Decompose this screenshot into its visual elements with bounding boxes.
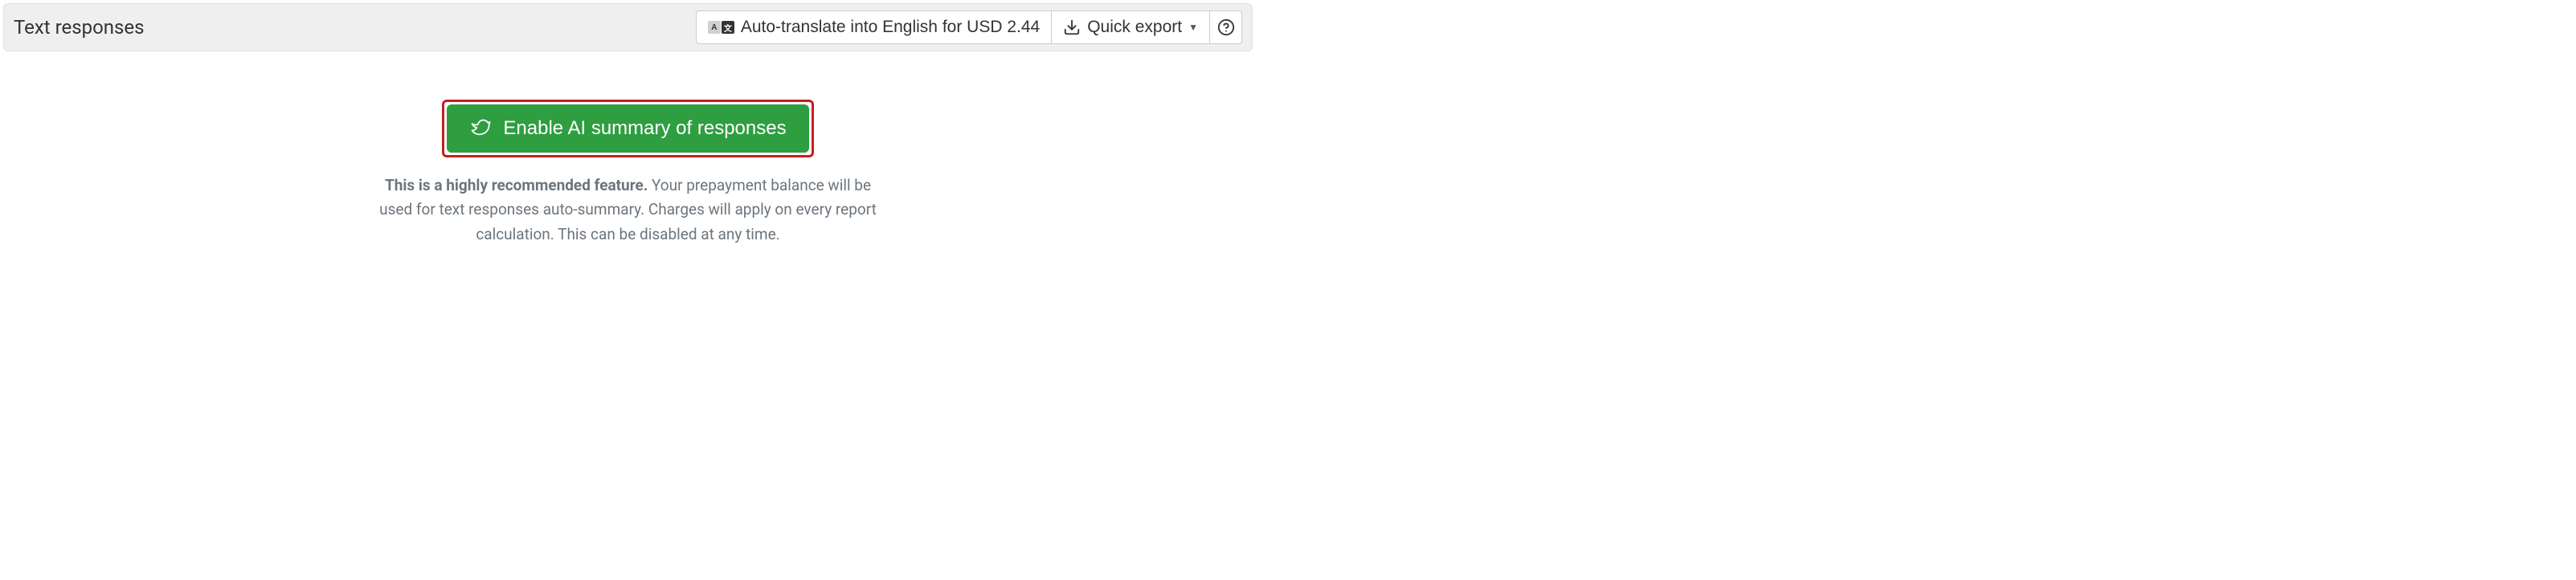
quick-export-button[interactable]: Quick export ▼ [1052, 10, 1210, 44]
page-title: Text responses [14, 16, 145, 39]
download-icon [1063, 18, 1081, 36]
auto-translate-button[interactable]: A文 Auto-translate into English for USD 2… [696, 10, 1052, 44]
chevron-down-icon: ▼ [1188, 22, 1198, 33]
header-bar: Text responses A文 Auto-translate into En… [3, 3, 1253, 51]
dove-icon [469, 117, 492, 140]
header-actions: A文 Auto-translate into English for USD 2… [696, 10, 1242, 44]
quick-export-label: Quick export [1087, 18, 1182, 37]
enable-ai-summary-button[interactable]: Enable AI summary of responses [447, 104, 808, 153]
main-content: Enable AI summary of responses This is a… [3, 51, 1253, 247]
auto-translate-label: Auto-translate into English for USD 2.44 [741, 18, 1040, 37]
feature-description: This is a highly recommended feature. Yo… [371, 174, 885, 247]
help-icon [1217, 18, 1235, 36]
help-button[interactable] [1210, 10, 1242, 44]
enable-ai-summary-label: Enable AI summary of responses [503, 117, 786, 140]
translate-icon: A文 [708, 21, 734, 34]
cta-highlight-frame: Enable AI summary of responses [442, 100, 813, 157]
description-bold: This is a highly recommended feature. [385, 176, 648, 194]
